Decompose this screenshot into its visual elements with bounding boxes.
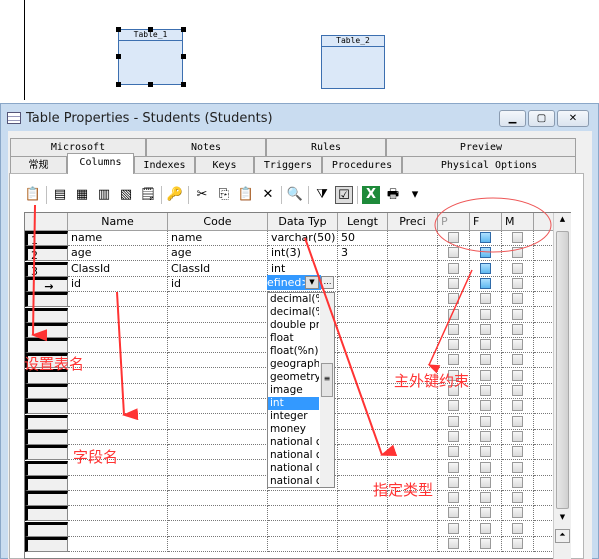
annotation-overlay [31, 197, 552, 456]
keys-highlight-ellipse [434, 197, 552, 253]
annotation-data-type: 指定类型 [373, 481, 434, 499]
arrow-table-name [31, 204, 48, 342]
annotation-table-name: 设置表名 [24, 355, 85, 373]
arrow-data-type [304, 237, 398, 456]
arrow-field-name [116, 291, 139, 421]
arrow-keys [427, 269, 473, 374]
annotation-field-name: 字段名 [73, 448, 119, 466]
annotation-keys: 主外键约束 [394, 372, 470, 390]
